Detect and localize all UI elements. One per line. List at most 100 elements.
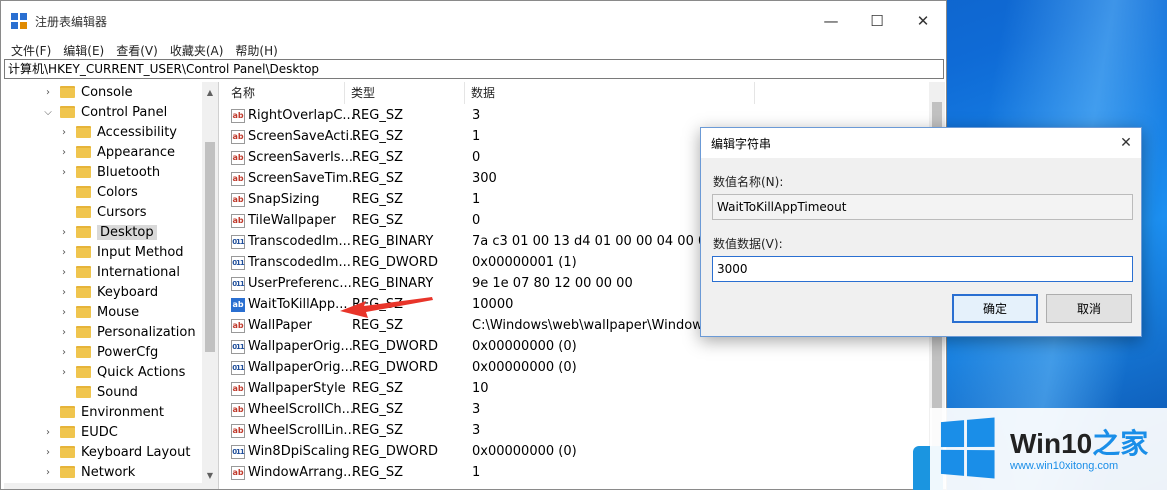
binary-value-icon: 011 (231, 255, 245, 270)
value-data: 7a c3 01 00 13 d4 01 00 00 04 00 00 00 (472, 234, 736, 249)
chevron-right-icon[interactable]: › (42, 87, 54, 98)
tree-item[interactable]: Colors (58, 182, 138, 202)
tree-item[interactable]: Sound (58, 382, 138, 402)
tree-item[interactable]: › EUDC (42, 422, 118, 442)
watermark-brand: Win10之家 (1010, 428, 1149, 459)
menu-file[interactable]: 文件(F) (5, 42, 57, 59)
column-header-name[interactable]: 名称 (225, 82, 345, 104)
tree-scrollbar[interactable]: ▲ ▼ (202, 82, 218, 489)
tree-horizontal-scrollbar[interactable] (4, 483, 218, 489)
address-bar[interactable]: 计算机\HKEY_CURRENT_USER\Control Panel\Desk… (4, 59, 944, 79)
value-name: Win8DpiScaling (248, 444, 350, 459)
value-type: REG_SZ (352, 213, 403, 228)
value-type: REG_SZ (352, 129, 403, 144)
chevron-right-icon[interactable]: › (58, 147, 70, 158)
chevron-right-icon[interactable]: › (42, 447, 54, 458)
windows-logo-icon (940, 417, 996, 479)
tree-item-label: Network (81, 464, 136, 480)
folder-icon (60, 106, 75, 118)
menu-view[interactable]: 查看(V) (110, 42, 164, 59)
tree-item[interactable]: › Input Method (58, 242, 184, 262)
ok-button[interactable]: 确定 (952, 294, 1038, 323)
value-row[interactable]: 011 WallpaperOrig... REG_DWORD 0x00000000 (… (225, 337, 925, 358)
cancel-button[interactable]: 取消 (1046, 294, 1132, 323)
value-data: 0x00000000 (0) (472, 339, 577, 354)
close-button[interactable]: ✕ (900, 1, 946, 41)
minimize-button[interactable]: — (808, 1, 854, 41)
menu-bar: 文件(F) 编辑(E) 查看(V) 收藏夹(A) 帮助(H) (1, 41, 946, 59)
tree-item[interactable]: › Mouse (58, 302, 139, 322)
chevron-down-icon[interactable]: ⌵ (42, 107, 54, 118)
chevron-right-icon[interactable]: › (58, 127, 70, 138)
chevron-right-icon[interactable]: › (58, 247, 70, 258)
tree-item[interactable]: › Keyboard Layout (42, 442, 190, 462)
chevron-right-icon[interactable]: › (58, 307, 70, 318)
tree-item-label: Desktop (97, 224, 157, 240)
chevron-right-icon[interactable]: › (58, 227, 70, 238)
tree-scroll-thumb[interactable] (205, 142, 215, 352)
tree-item[interactable]: › Network (42, 462, 135, 482)
menu-help[interactable]: 帮助(H) (229, 42, 283, 59)
tree-item[interactable]: › Quick Actions (58, 362, 185, 382)
value-type: REG_SZ (352, 108, 403, 123)
value-name: ScreenSaverIs... (248, 150, 353, 165)
tree-item-label: Keyboard Layout (81, 444, 191, 460)
value-row[interactable]: 011 WallpaperOrig... REG_DWORD 0x00000000 (… (225, 358, 925, 379)
tree-item[interactable]: ⌵ Control Panel (42, 102, 167, 122)
value-data-input[interactable] (712, 256, 1133, 282)
tree-item-label: Mouse (97, 304, 140, 320)
chevron-right-icon[interactable]: › (58, 287, 70, 298)
dialog-title: 编辑字符串 (711, 136, 772, 151)
chevron-right-icon[interactable]: › (58, 267, 70, 278)
value-row[interactable]: ab WheelScrollLin... REG_SZ 3 (225, 421, 925, 442)
value-row[interactable]: 011 Win8DpiScaling REG_DWORD 0x00000000 (0) (225, 442, 925, 463)
tree-item[interactable]: › Keyboard (58, 282, 158, 302)
string-value-icon: ab (231, 108, 245, 123)
registry-tree[interactable]: ▲ ▼ › Console ⌵ Control Panel › Accessibility… (4, 82, 219, 489)
chevron-right-icon[interactable]: › (58, 167, 70, 178)
tree-item[interactable]: › PowerCfg (58, 342, 158, 362)
tree-item-label: International (97, 264, 180, 280)
folder-icon (76, 146, 91, 158)
chevron-right-icon[interactable]: › (58, 347, 70, 358)
tree-item[interactable]: Environment (42, 402, 164, 422)
value-data: 9e 1e 07 80 12 00 00 00 (472, 276, 633, 291)
menu-favorites[interactable]: 收藏夹(A) (164, 42, 230, 59)
value-row[interactable]: ab WallpaperStyle REG_SZ 10 (225, 379, 925, 400)
chevron-right-icon[interactable]: › (58, 367, 70, 378)
tree-item-label: Environment (81, 404, 165, 420)
column-header-type[interactable]: 类型 (345, 82, 465, 104)
tree-item[interactable]: › Console (42, 82, 133, 102)
tree-item[interactable]: › Bluetooth (58, 162, 160, 182)
chevron-right-icon[interactable]: › (42, 427, 54, 438)
scroll-up-icon[interactable]: ▲ (202, 84, 218, 100)
string-value-icon: ab (231, 465, 245, 480)
dialog-close-icon[interactable]: ✕ (1111, 135, 1141, 151)
tree-item[interactable]: › Appearance (58, 142, 175, 162)
tree-item-label: Console (81, 84, 133, 100)
menu-edit[interactable]: 编辑(E) (57, 42, 110, 59)
tree-item[interactable]: Cursors (58, 202, 147, 222)
value-row[interactable]: ab WindowArrang... REG_SZ 1 (225, 463, 925, 484)
scroll-down-icon[interactable]: ▼ (202, 467, 218, 483)
tree-item[interactable]: › Desktop (58, 222, 157, 242)
folder-icon (60, 86, 75, 98)
value-type: REG_SZ (352, 465, 403, 480)
value-row[interactable]: ab RightOverlapC... REG_SZ 3 (225, 106, 925, 127)
column-header-data[interactable]: 数据 (465, 82, 755, 104)
chevron-right-icon[interactable]: › (58, 327, 70, 338)
maximize-button[interactable]: ☐ (854, 1, 900, 41)
value-data: 1 (472, 192, 481, 207)
title-bar[interactable]: 注册表编辑器 — ☐ ✕ (1, 1, 946, 41)
tree-item[interactable]: › Personalization (58, 322, 196, 342)
binary-value-icon: 011 (231, 276, 245, 291)
dialog-title-bar[interactable]: 编辑字符串 ✕ (701, 128, 1141, 158)
tree-item[interactable]: › International (58, 262, 180, 282)
value-name: WheelScrollLin... (248, 423, 356, 438)
tree-item[interactable]: › Accessibility (58, 122, 177, 142)
chevron-right-icon[interactable]: › (42, 467, 54, 478)
tree-item-label: EUDC (81, 424, 118, 440)
tree-item-label: PowerCfg (97, 344, 159, 360)
value-name: SnapSizing (248, 192, 320, 207)
value-row[interactable]: ab WheelScrollCh... REG_SZ 3 (225, 400, 925, 421)
